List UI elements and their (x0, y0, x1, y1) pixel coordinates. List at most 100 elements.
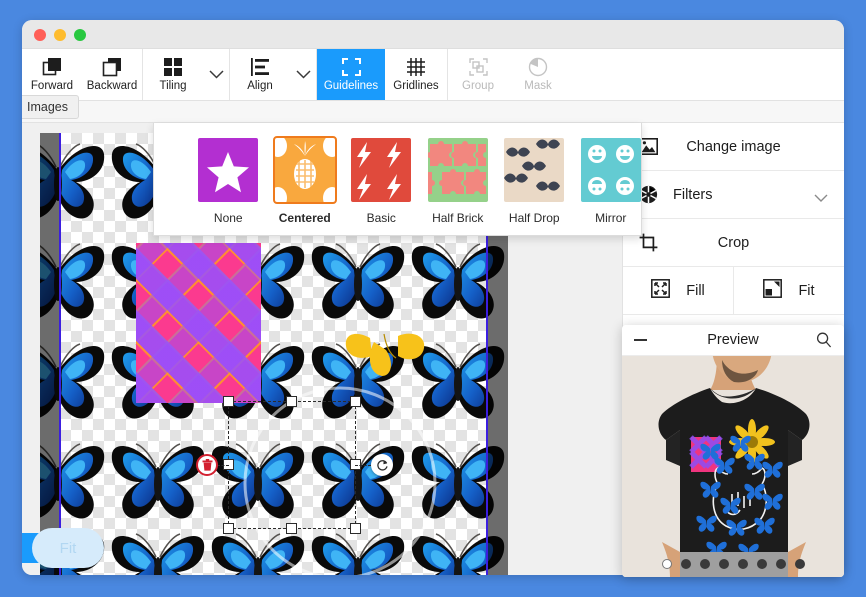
preview-title: Preview (707, 332, 759, 348)
tiling-dropdown-panel: None Centered Basic Half Brick Half Drop… (153, 123, 642, 236)
fill-expand-icon (651, 279, 671, 302)
puzzle-icon (427, 141, 486, 194)
chevron-down-icon (295, 70, 311, 79)
toolbar-group-order: Forward Backward (22, 49, 143, 100)
preview-panel: Preview (622, 325, 844, 577)
rotate-connector-line (355, 465, 371, 466)
toolbar-group-view: Guidelines Gridlines (317, 49, 448, 100)
window-controls (34, 29, 86, 41)
guidelines-icon (341, 56, 362, 78)
toolbar-gridlines-button[interactable]: Gridlines (385, 49, 447, 100)
toolbar-tiling-caret[interactable] (203, 49, 229, 100)
tiling-option-none[interactable]: None (198, 138, 259, 225)
tiling-option-centered[interactable]: Centered (272, 136, 337, 225)
fit-button[interactable]: Fit (733, 267, 844, 314)
selection-bounding-box[interactable] (196, 396, 393, 534)
toolbar-align-caret[interactable] (290, 49, 316, 100)
toolbar-forward-button[interactable]: Forward (22, 49, 82, 100)
tiling-grid-icon (163, 56, 183, 78)
tiling-option-mirror[interactable]: Mirror (580, 138, 642, 225)
toolbar-group-align: Align (230, 49, 317, 100)
gridlines-icon (406, 56, 426, 78)
preview-dot[interactable] (718, 559, 729, 569)
yellow-butterfly-layer[interactable] (340, 328, 430, 388)
tshirt-mockup-image (622, 356, 844, 577)
fit-label: Fit (798, 282, 815, 299)
maximize-button[interactable] (74, 29, 86, 41)
crop-button[interactable]: Crop (623, 219, 844, 267)
tiling-option-basic[interactable]: Basic (351, 138, 412, 225)
toolbar-item-label: Forward (30, 80, 74, 93)
toolbar-group-object: Group Mask (448, 49, 568, 100)
toolbar-item-label: Align (247, 80, 273, 93)
tiling-option-label: Mirror (595, 211, 627, 225)
main-toolbar: Forward Backward Tiling Align Guidelines… (22, 49, 844, 101)
resize-handle-n[interactable] (286, 396, 297, 407)
pineapple-icon (274, 138, 335, 202)
trash-icon (202, 459, 212, 471)
filters-label: Filters (673, 186, 713, 203)
toolbar-item-label: Mask (524, 80, 552, 93)
tiling-thumb-basic (351, 138, 412, 202)
fit-pill-button[interactable]: Fit (32, 528, 104, 568)
preview-dot[interactable] (680, 559, 691, 569)
fill-label: Fill (686, 282, 705, 299)
resize-handle-se[interactable] (350, 523, 361, 534)
resize-handle-nw[interactable] (223, 396, 234, 407)
chevron-down-icon (814, 190, 828, 208)
app-root: Forward Backward Tiling Align Guidelines… (0, 0, 866, 597)
toolbar-group-button[interactable]: Group (448, 49, 508, 100)
delete-selection-button[interactable] (196, 454, 218, 476)
bring-forward-icon (42, 56, 63, 78)
tiling-option-half-brick[interactable]: Half Brick (427, 138, 489, 225)
rotate-selection-button[interactable] (371, 454, 393, 476)
chevron-down-icon (208, 70, 224, 79)
tab-strip: Images (22, 95, 844, 123)
image-icon (639, 138, 665, 155)
minimize-button[interactable] (54, 29, 66, 41)
send-backward-icon (102, 56, 123, 78)
tiling-option-label: Centered (278, 211, 331, 225)
resize-handle-ne[interactable] (350, 396, 361, 407)
bolt-icon (357, 142, 402, 200)
change-image-button[interactable]: Change image (623, 123, 844, 171)
resize-handle-sw[interactable] (223, 523, 234, 534)
preview-pagination-dots (622, 559, 844, 569)
resize-handle-s[interactable] (286, 523, 297, 534)
toolbar-backward-button[interactable]: Backward (82, 49, 142, 100)
toolbar-item-label: Gridlines (393, 80, 439, 93)
search-icon[interactable] (816, 332, 832, 353)
star-icon (207, 152, 250, 193)
preview-dot[interactable] (775, 559, 786, 569)
tiling-option-label: Half Brick (432, 211, 484, 225)
preview-dot[interactable] (794, 559, 805, 569)
toolbar-tiling-button[interactable]: Tiling (143, 49, 203, 100)
tab-images[interactable]: Images (22, 95, 79, 119)
toolbar-align-button[interactable]: Align (230, 49, 290, 100)
rotate-icon (376, 459, 388, 471)
argyle-pattern-layer[interactable] (136, 243, 261, 403)
preview-header: Preview (622, 325, 844, 356)
tiling-option-label: Half Drop (508, 211, 560, 225)
tiling-option-half-drop[interactable]: Half Drop (504, 138, 565, 225)
toolbar-item-label: Tiling (159, 80, 187, 93)
guide-line-left (59, 133, 61, 575)
fill-button[interactable]: Fill (623, 267, 733, 314)
tiling-option-label: Basic (366, 211, 396, 225)
mask-icon (528, 56, 548, 78)
window-titlebar (22, 20, 844, 49)
filters-button[interactable]: Filters (623, 171, 844, 219)
tiling-thumb-mirror (580, 138, 641, 202)
preview-dot[interactable] (699, 559, 710, 569)
preview-image-area[interactable] (622, 356, 844, 577)
crop-icon (639, 233, 665, 252)
group-icon (468, 56, 489, 78)
toolbar-mask-button[interactable]: Mask (508, 49, 568, 100)
smiley-icon (587, 145, 634, 195)
preview-dot[interactable] (661, 559, 672, 569)
close-button[interactable] (34, 29, 46, 41)
preview-dot[interactable] (737, 559, 748, 569)
toolbar-group-tiling: Tiling (143, 49, 230, 100)
toolbar-guidelines-button[interactable]: Guidelines (317, 49, 385, 100)
preview-dot[interactable] (756, 559, 767, 569)
